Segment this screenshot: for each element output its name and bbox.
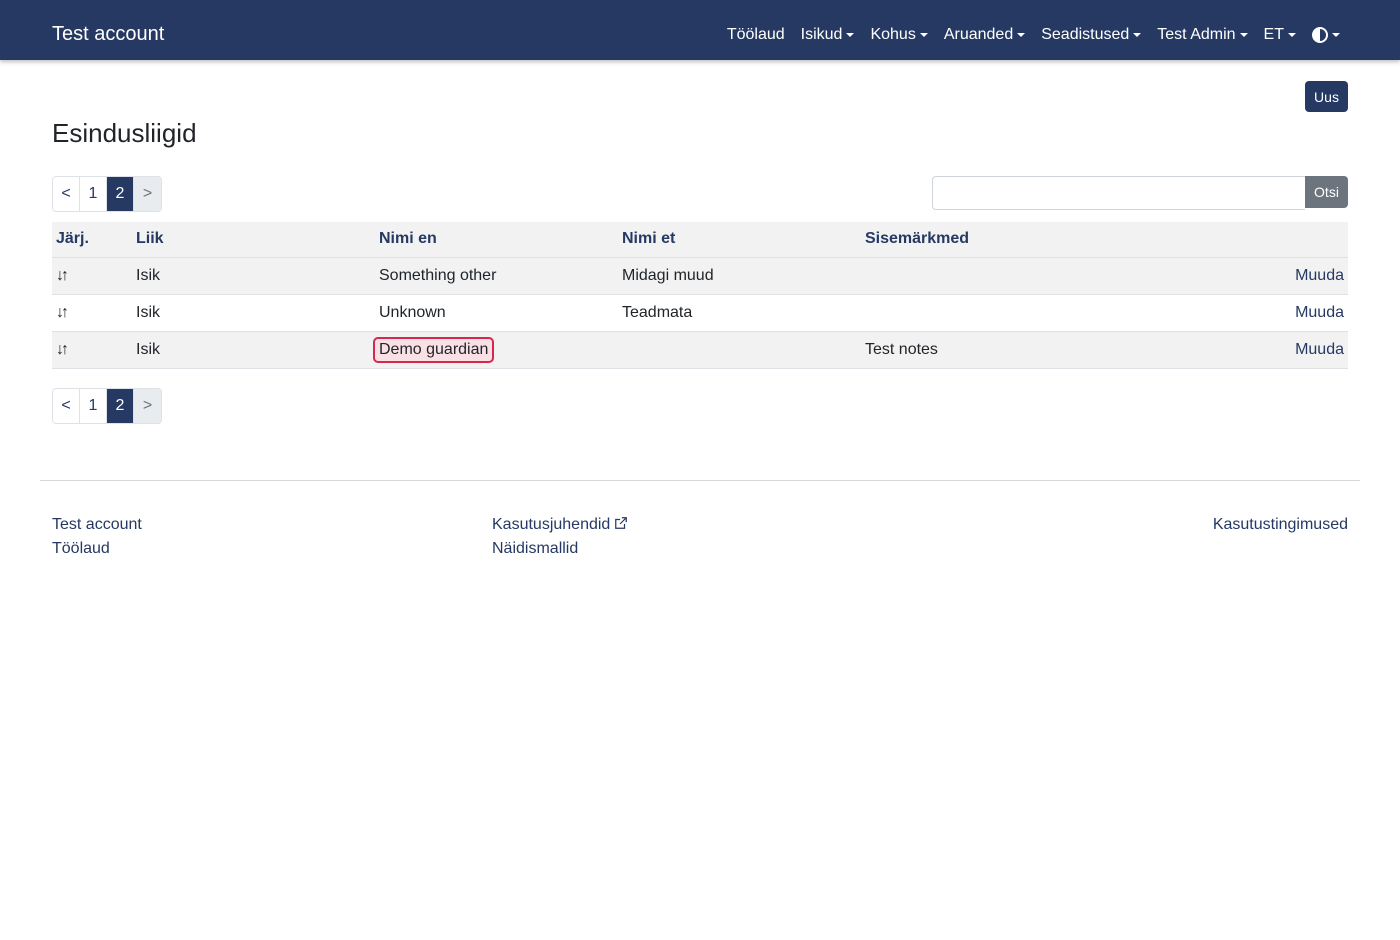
footer-link-manuals[interactable]: Kasutusjuhendid bbox=[492, 515, 628, 535]
nav-item-user-menu[interactable]: Test Admin bbox=[1157, 24, 1248, 46]
nav-item-label: Töölaud bbox=[726, 26, 785, 43]
column-header-type[interactable]: Liik bbox=[132, 222, 375, 258]
table-row: ↓↑ Isik Something other Midagi muud Muud… bbox=[52, 257, 1348, 295]
caret-down-icon bbox=[846, 33, 855, 37]
cell-name-en: Unknown bbox=[375, 294, 618, 332]
nav-item-toolaud[interactable]: Töölaud bbox=[727, 24, 785, 46]
search-group: Otsi bbox=[932, 176, 1348, 210]
footer-link-dashboard[interactable]: Töölaud bbox=[52, 539, 110, 559]
cell-name-en: Something other bbox=[375, 257, 618, 295]
pagination-page-1[interactable]: 1 bbox=[80, 177, 107, 211]
cell-notes bbox=[861, 257, 1161, 295]
external-link-icon bbox=[615, 517, 628, 529]
pagination-top: < 1 2 > bbox=[52, 176, 162, 212]
cell-name-et: Midagi muud bbox=[618, 257, 861, 295]
cell-name-en: Demo guardian bbox=[373, 331, 618, 369]
pagination-prev[interactable]: < bbox=[53, 389, 80, 423]
nav-item-seadistused[interactable]: Seadistused bbox=[1041, 24, 1142, 46]
new-button[interactable]: Uus bbox=[1305, 81, 1348, 112]
footer-divider bbox=[40, 480, 1360, 481]
footer-link-terms[interactable]: Kasutustingimused bbox=[1213, 515, 1348, 535]
pagination-page-1[interactable]: 1 bbox=[80, 389, 107, 423]
search-input[interactable] bbox=[932, 176, 1305, 210]
table-header-row: Järj. Liik Nimi en Nimi et Sisemärkmed bbox=[52, 222, 1348, 258]
pagination-next: > bbox=[134, 389, 161, 423]
nav-item-label: Aruanded bbox=[943, 26, 1014, 43]
sort-handle[interactable]: ↓↑ bbox=[52, 331, 132, 369]
caret-down-icon bbox=[1133, 33, 1142, 37]
nav-item-label: Kohus bbox=[870, 26, 916, 43]
pagination-bottom: < 1 2 > bbox=[52, 388, 162, 424]
nav-item-isikud[interactable]: Isikud bbox=[801, 24, 855, 46]
brand-link[interactable]: Test account bbox=[52, 22, 164, 46]
nav-item-kohus[interactable]: Kohus bbox=[870, 24, 928, 46]
cell-notes: Test notes bbox=[861, 331, 1161, 369]
caret-down-icon bbox=[1288, 33, 1296, 37]
caret-down-icon bbox=[919, 33, 928, 37]
nav-item-language[interactable]: ET bbox=[1264, 24, 1296, 46]
nav-item-label: Isikud bbox=[800, 26, 843, 43]
nav-item-theme[interactable] bbox=[1312, 27, 1340, 43]
sort-handle[interactable]: ↓↑ bbox=[52, 257, 132, 295]
pagination-page-2[interactable]: 2 bbox=[107, 389, 134, 423]
edit-link[interactable]: Muuda bbox=[1295, 341, 1344, 358]
nav-menu: Töölaud Isikud Kohus Aruanded Seadistuse… bbox=[711, 24, 1340, 46]
nav-item-aruanded[interactable]: Aruanded bbox=[943, 24, 1026, 46]
pagination-next: > bbox=[134, 177, 161, 211]
column-header-order[interactable]: Järj. bbox=[52, 222, 132, 258]
footer-link-label: Kasutusjuhendid bbox=[492, 516, 611, 533]
cell-actions: Muuda bbox=[1161, 294, 1348, 332]
cell-name-et: Teadmata bbox=[618, 294, 861, 332]
pagination-page-2[interactable]: 2 bbox=[107, 177, 134, 211]
column-header-actions bbox=[1161, 222, 1348, 258]
cell-name-et bbox=[618, 331, 861, 369]
sort-handle[interactable]: ↓↑ bbox=[52, 294, 132, 332]
nav-item-label: Seadistused bbox=[1041, 26, 1130, 43]
caret-down-icon bbox=[1332, 33, 1340, 37]
edit-link[interactable]: Muuda bbox=[1295, 304, 1344, 321]
footer-link-templates[interactable]: Näidismallid bbox=[492, 539, 578, 559]
pagination-prev[interactable]: < bbox=[53, 177, 80, 211]
column-header-name-en[interactable]: Nimi en bbox=[375, 222, 618, 258]
cell-actions: Muuda bbox=[1161, 257, 1348, 295]
cell-actions: Muuda bbox=[1161, 331, 1348, 369]
caret-down-icon bbox=[1239, 33, 1248, 37]
column-header-notes[interactable]: Sisemärkmed bbox=[861, 222, 1161, 258]
cell-type: Isik bbox=[132, 331, 375, 369]
search-button[interactable]: Otsi bbox=[1305, 176, 1348, 208]
highlighted-name: Demo guardian bbox=[373, 336, 495, 363]
table-row: ↓↑ Isik Unknown Teadmata Muuda bbox=[52, 294, 1348, 332]
edit-link[interactable]: Muuda bbox=[1295, 267, 1344, 284]
nav-item-label: Test Admin bbox=[1157, 26, 1236, 43]
column-header-name-et[interactable]: Nimi et bbox=[618, 222, 861, 258]
sort-arrows-icon[interactable]: ↓↑ bbox=[56, 304, 69, 321]
sort-arrows-icon[interactable]: ↓↑ bbox=[56, 341, 69, 358]
sort-arrows-icon[interactable]: ↓↑ bbox=[56, 267, 69, 284]
nav-item-label: ET bbox=[1263, 26, 1284, 43]
contrast-icon bbox=[1312, 27, 1328, 43]
representation-types-table: Järj. Liik Nimi en Nimi et Sisemärkmed ↓… bbox=[52, 222, 1348, 369]
top-navbar: Test account Töölaud Isikud Kohus Aruand… bbox=[0, 0, 1400, 60]
cell-type: Isik bbox=[132, 257, 375, 295]
footer-link-account[interactable]: Test account bbox=[52, 515, 142, 535]
caret-down-icon bbox=[1017, 33, 1026, 37]
cell-notes bbox=[861, 294, 1161, 332]
table-row: ↓↑ Isik Demo guardian Test notes Muuda bbox=[52, 331, 1348, 369]
page-title: Esindusliigid bbox=[52, 118, 197, 148]
cell-type: Isik bbox=[132, 294, 375, 332]
